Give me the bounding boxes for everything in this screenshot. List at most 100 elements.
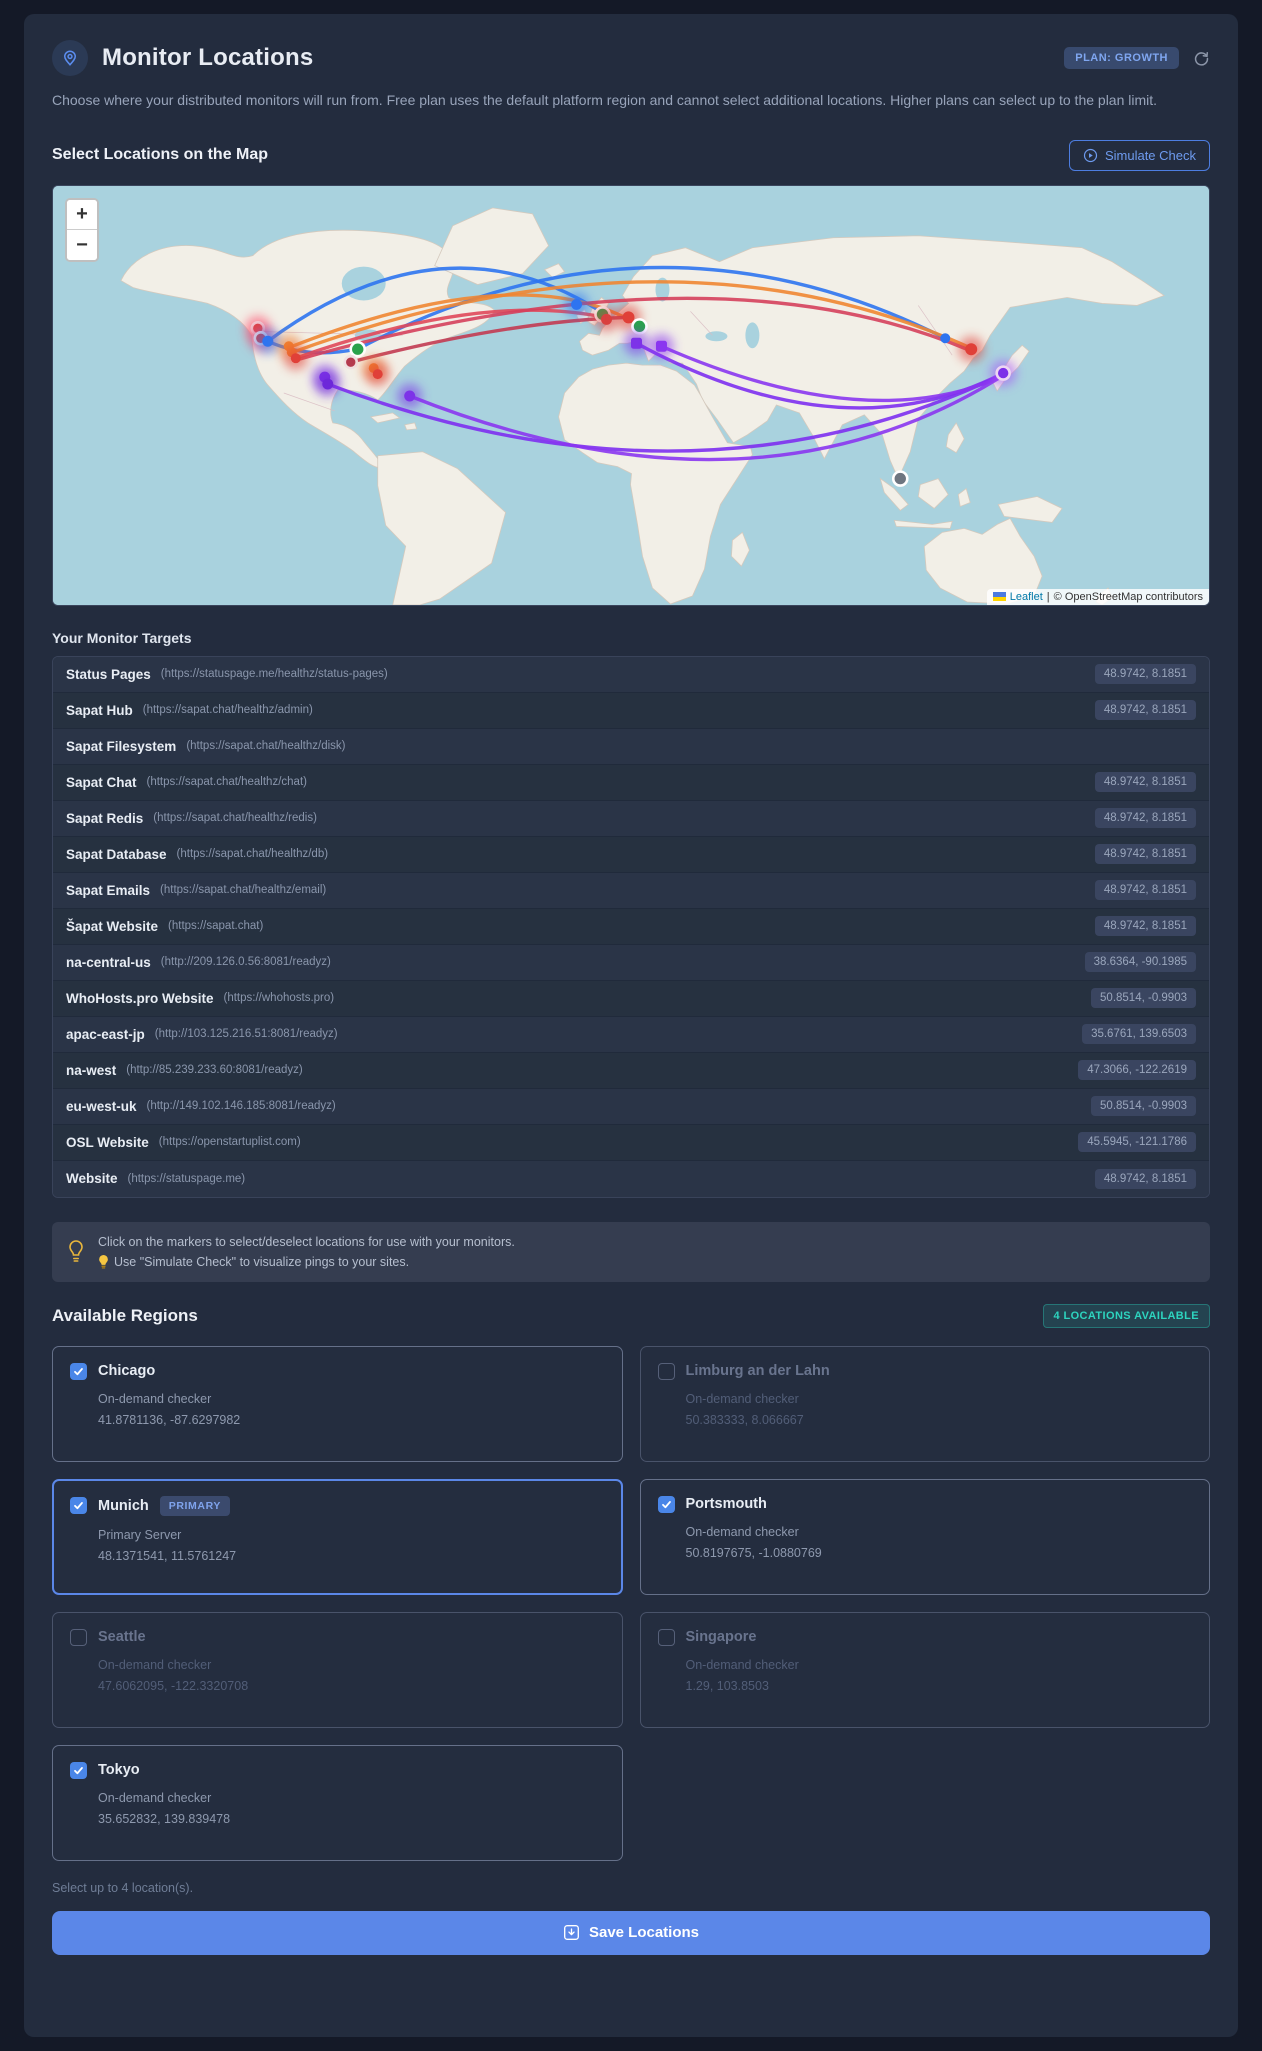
target-coords-badge: 35.6761, 139.6503 (1082, 1024, 1196, 1045)
target-url: (https://openstartuplist.com) (158, 1136, 301, 1149)
play-circle-icon (1083, 148, 1098, 163)
target-name: Sapat Hub (66, 702, 133, 718)
locations-available-badge: 4 LOCATIONS AVAILABLE (1042, 1303, 1210, 1328)
target-coords-badge: 47.3066, -122.2619 (1078, 1060, 1196, 1081)
target-url: (https://statuspage.me/healthz/status-pa… (160, 668, 388, 681)
leaflet-link[interactable]: Leaflet (1010, 591, 1043, 603)
ukraine-flag-icon (992, 592, 1006, 602)
region-card[interactable]: Limburg an der Lahn On-demand checker 50… (639, 1345, 1210, 1462)
map-marker[interactable] (571, 298, 583, 310)
map-marker[interactable] (965, 342, 978, 355)
map[interactable]: + − Leaflet | © OpenStreetMap contributo… (52, 184, 1210, 606)
map-marker[interactable] (322, 378, 334, 390)
refresh-icon[interactable] (1193, 50, 1210, 67)
plan-badge: PLAN: GROWTH (1064, 47, 1179, 69)
map-zoom-control: + − (65, 197, 99, 262)
region-name: Chicago (98, 1363, 156, 1380)
target-row: na-west (http://85.239.233.60:8081/ready… (53, 1052, 1209, 1089)
map-marker[interactable] (655, 340, 667, 352)
header: Monitor Locations PLAN: GROWTH (52, 40, 1210, 76)
target-url: (https://sapat.chat/healthz/redis) (153, 812, 317, 825)
region-name: Limburg an der Lahn (685, 1363, 830, 1380)
bulb-emoji-icon (98, 1254, 109, 1269)
region-type: On-demand checker (98, 1790, 212, 1805)
region-name: Tokyo (98, 1762, 140, 1779)
region-card[interactable]: Portsmouth On-demand checker 50.8197675,… (639, 1478, 1210, 1595)
simulate-check-button[interactable]: Simulate Check (1068, 139, 1210, 171)
target-name: Šapat Website (66, 918, 159, 934)
target-url: (https://statuspage.me) (127, 1172, 246, 1185)
region-checkbox[interactable] (70, 1362, 87, 1380)
tip-box: Click on the markers to select/deselect … (52, 1221, 1210, 1282)
page-title: Monitor Locations (102, 44, 314, 71)
region-type: On-demand checker (685, 1391, 799, 1406)
target-row: eu-west-uk (http://149.102.146.185:8081/… (53, 1088, 1209, 1125)
region-checkbox[interactable] (657, 1495, 675, 1513)
target-row: Sapat Emails (https://sapat.chat/healthz… (53, 872, 1209, 909)
target-row: Website (https://statuspage.me) 48.9742,… (53, 1160, 1209, 1197)
zoom-out-button[interactable]: − (67, 229, 97, 260)
map-marker[interactable] (891, 470, 909, 487)
target-coords-badge: 48.9742, 8.1851 (1094, 916, 1196, 937)
save-locations-button[interactable]: Save Locations (52, 1910, 1210, 1955)
target-url: (https://sapat.chat/healthz/admin) (142, 704, 313, 717)
map-marker[interactable] (995, 365, 1011, 381)
target-row: Sapat Hub (https://sapat.chat/healthz/ad… (53, 692, 1209, 729)
targets-list: Status Pages (https://statuspage.me/heal… (52, 655, 1210, 1198)
target-row: Sapat Chat (https://sapat.chat/healthz/c… (53, 764, 1209, 801)
region-coords: 50.383333, 8.066667 (685, 1412, 804, 1427)
region-coords: 35.652832, 139.839478 (98, 1811, 231, 1826)
target-row: Status Pages (https://statuspage.me/heal… (53, 656, 1209, 693)
region-coords: 1.29, 103.8503 (685, 1678, 769, 1693)
map-marker[interactable] (290, 352, 301, 363)
target-coords-badge: 48.9742, 8.1851 (1094, 700, 1196, 721)
lightbulb-icon (66, 1239, 86, 1265)
map-attribution: Leaflet | © OpenStreetMap contributors (986, 588, 1209, 605)
target-url: (http://149.102.146.185:8081/readyz) (146, 1100, 336, 1113)
monitor-locations-panel: Monitor Locations PLAN: GROWTH Choose wh… (24, 14, 1238, 2037)
map-marker[interactable] (404, 390, 416, 402)
target-coords-badge: 48.9742, 8.1851 (1094, 1168, 1196, 1189)
region-name: Munich (98, 1497, 149, 1514)
regions-heading: Available Regions (52, 1305, 198, 1325)
region-checkbox[interactable] (657, 1628, 675, 1646)
region-card[interactable]: Singapore On-demand checker 1.29, 103.85… (639, 1611, 1210, 1728)
region-card[interactable]: Munich PRIMARY Primary Server 48.1371541… (52, 1478, 623, 1595)
target-name: Sapat Chat (66, 774, 137, 790)
target-url: (http://209.126.0.56:8081/readyz) (160, 956, 331, 969)
target-row: Sapat Redis (https://sapat.chat/healthz/… (53, 800, 1209, 837)
map-marker[interactable] (349, 340, 367, 358)
target-coords-badge: 38.6364, -90.1985 (1084, 952, 1196, 973)
osm-attribution: © OpenStreetMap contributors (1053, 590, 1203, 603)
map-marker[interactable] (343, 354, 359, 370)
target-name: Status Pages (66, 666, 151, 682)
region-cards-grid: Chicago On-demand checker 41.8781136, -8… (52, 1345, 1210, 1861)
map-marker[interactable] (631, 337, 642, 349)
map-marker[interactable] (372, 368, 383, 379)
region-card[interactable]: Seattle On-demand checker 47.6062095, -1… (52, 1611, 623, 1728)
region-type: Primary Server (98, 1527, 182, 1542)
tip-line-1: Click on the markers to select/deselect … (98, 1234, 515, 1249)
selection-limit-note: Select up to 4 location(s). (52, 1880, 194, 1895)
target-coords-badge: 48.9742, 8.1851 (1094, 844, 1196, 865)
region-type: On-demand checker (98, 1391, 212, 1406)
target-name: Sapat Database (66, 846, 167, 862)
region-checkbox[interactable] (70, 1628, 87, 1646)
region-checkbox[interactable] (70, 1497, 87, 1515)
map-marker[interactable] (262, 335, 274, 347)
tip-line-2: Use "Simulate Check" to visualize pings … (114, 1254, 410, 1269)
region-card[interactable]: Tokyo On-demand checker 35.652832, 139.8… (52, 1744, 623, 1861)
map-marker[interactable] (940, 332, 951, 343)
target-row: apac-east-jp (http://103.125.216.51:8081… (53, 1016, 1209, 1053)
target-name: Sapat Redis (66, 810, 144, 826)
map-marker[interactable] (601, 313, 613, 325)
region-card[interactable]: Chicago On-demand checker 41.8781136, -8… (52, 1345, 623, 1462)
primary-badge: PRIMARY (159, 1495, 230, 1516)
zoom-in-button[interactable]: + (67, 199, 97, 230)
region-checkbox[interactable] (657, 1362, 675, 1380)
map-marker[interactable] (622, 311, 635, 324)
target-url: (https://sapat.chat/healthz/chat) (146, 776, 307, 789)
world-map (53, 185, 1209, 605)
region-checkbox[interactable] (70, 1761, 87, 1779)
target-coords-badge: 50.8514, -0.9903 (1091, 988, 1196, 1009)
